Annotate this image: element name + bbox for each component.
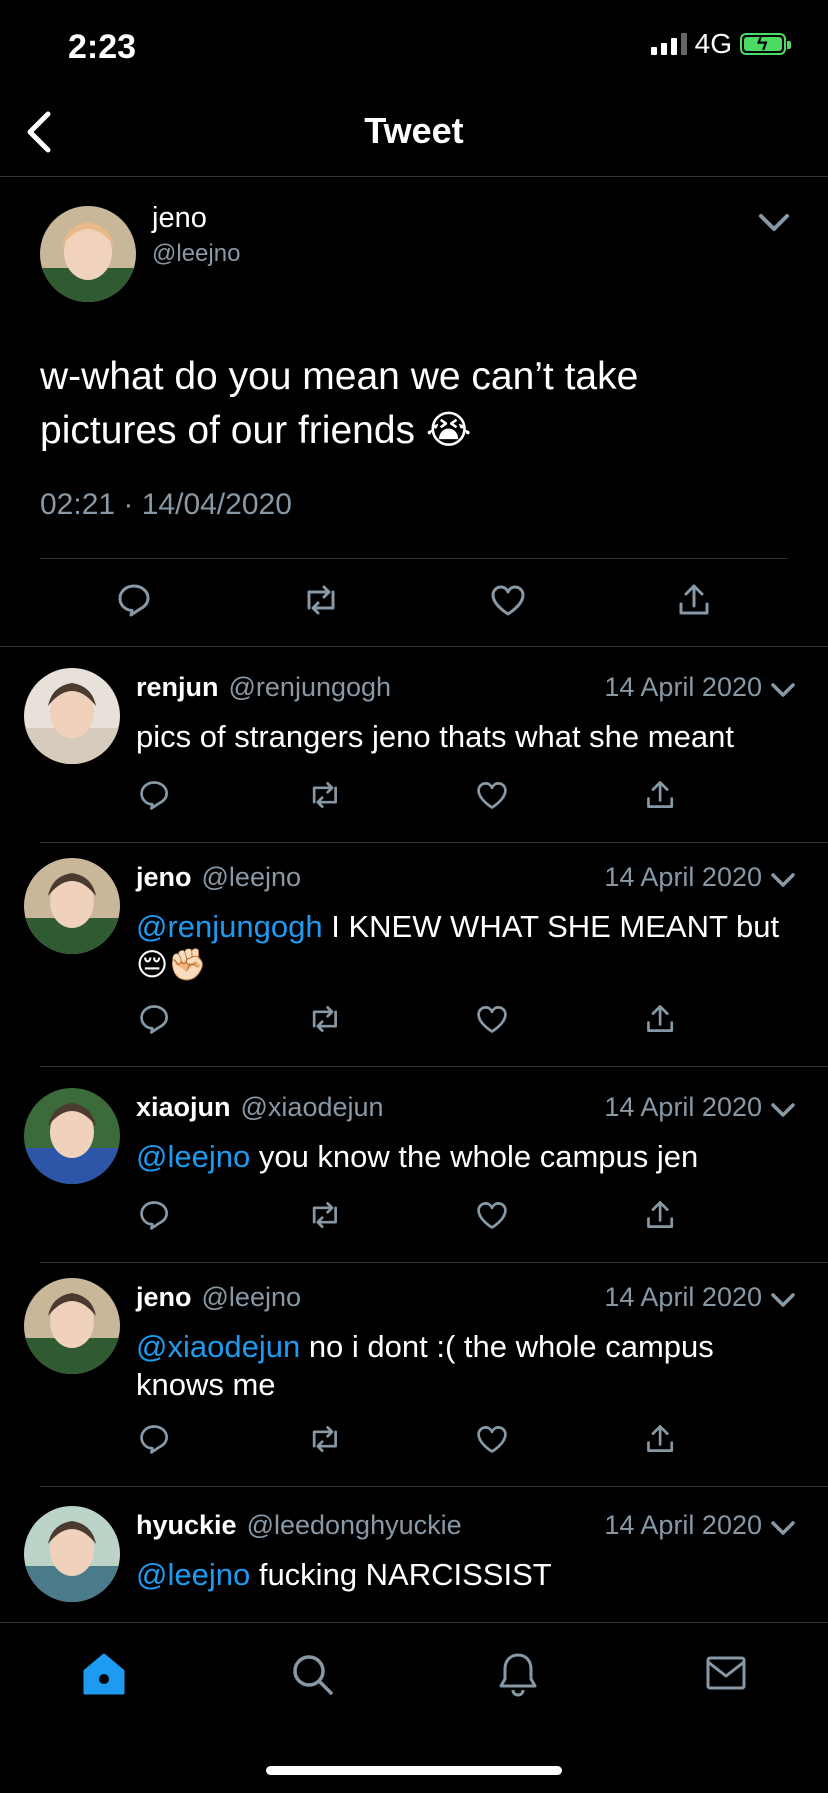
main-actions [116,582,712,618]
author-handle[interactable]: @leejno [152,240,240,268]
reply-text: @xiaodejun no i dont :( the whole campus… [136,1328,806,1404]
retweet-icon[interactable] [307,1422,341,1456]
reply-icon[interactable] [138,1002,172,1036]
avatar[interactable] [24,1278,120,1374]
reply-author-handle[interactable]: @leejno [202,862,301,892]
bell-icon[interactable] [496,1650,540,1698]
reply-actions [138,1198,678,1232]
reply-text: @leejno fucking NARCISSIST [136,1556,806,1594]
author-name[interactable]: jeno [152,202,207,235]
avatar-photo [24,873,120,954]
mention-link[interactable]: @renjungogh [136,909,323,944]
share-icon[interactable] [644,1422,678,1456]
reply-body: you know the whole campus jen [250,1139,699,1174]
reply-author-handle[interactable]: @leedonghyuckie [247,1510,462,1540]
reply-author-name[interactable]: xiaojun [136,1092,231,1122]
tweet-text: w-what do you mean we can’t take picture… [40,355,639,452]
mention-link[interactable]: @leejno [136,1557,250,1592]
avatar-photo [24,1521,120,1602]
retweet-icon[interactable] [307,1002,341,1036]
chevron-down-icon[interactable] [770,1520,796,1538]
reply-text: @leejno you know the whole campus jen [136,1138,806,1176]
like-icon[interactable] [489,582,527,618]
reply-date: 14 April 2020 [604,1510,762,1540]
reply-header: renjun @renjungogh [136,672,391,703]
avatar-photo [24,683,120,764]
like-icon[interactable] [475,1422,509,1456]
divider [40,1486,828,1487]
avatar-photo [24,1103,120,1184]
reply-icon[interactable] [138,1198,172,1232]
chevron-down-icon[interactable] [770,872,796,890]
search-icon[interactable] [290,1652,334,1696]
reply-author-handle[interactable]: @renjungogh [229,672,392,702]
reply-text: pics of strangers jeno thats what she me… [136,718,806,756]
retweet-icon[interactable] [301,582,341,618]
reply-author-name[interactable]: jeno [136,1282,192,1312]
avatar[interactable] [40,206,136,302]
reply-author-handle[interactable]: @xiaodejun [241,1092,384,1122]
chevron-down-icon[interactable] [770,1292,796,1310]
reply-header: xiaojun @xiaodejun [136,1092,384,1123]
chevron-down-icon[interactable] [770,682,796,700]
reply-actions [138,1002,678,1036]
avatar-photo [24,1293,120,1374]
avatar[interactable] [24,668,120,764]
divider [0,176,828,177]
share-icon[interactable] [644,1198,678,1232]
reply-author-name[interactable]: jeno [136,862,192,892]
reply-icon[interactable] [116,582,152,618]
divider [40,558,788,559]
retweet-icon[interactable] [307,778,341,812]
avatar[interactable] [24,1088,120,1184]
tweet-timestamp: 02:21 · 14/04/2020 [40,488,292,521]
reply-date: 14 April 2020 [604,1092,762,1122]
mention-link[interactable]: @leejno [136,1139,250,1174]
divider [40,842,828,843]
divider [40,1066,828,1067]
retweet-icon[interactable] [307,1198,341,1232]
reply-body: pics of strangers jeno thats what she me… [136,719,734,754]
network-label: 4G [694,28,732,59]
share-icon[interactable] [644,1002,678,1036]
like-icon[interactable] [475,1002,509,1036]
mention-link[interactable]: @xiaodejun [136,1329,300,1364]
reply-author-name[interactable]: renjun [136,672,219,702]
reply-icon[interactable] [138,1422,172,1456]
battery-icon: ϟ [740,33,791,55]
reply-date: 14 April 2020 [604,672,762,702]
divider [40,1262,828,1263]
home-indicator [266,1766,562,1775]
mail-icon[interactable] [704,1654,748,1694]
chevron-down-icon[interactable] [758,212,790,234]
reply-header: hyuckie @leedonghyuckie [136,1510,462,1541]
page-title: Tweet [364,110,464,151]
reply-date: 14 April 2020 [604,862,762,892]
reply-header: jeno @leejno [136,862,301,893]
signal-icon [650,33,687,55]
reply-actions [138,1422,678,1456]
reply-header: jeno @leejno [136,1282,301,1313]
divider [0,646,828,647]
status-indicators: 4G ϟ [650,28,791,60]
avatar[interactable] [24,1506,120,1602]
avatar[interactable] [24,858,120,954]
reply-author-name[interactable]: hyuckie [136,1510,237,1540]
share-icon[interactable] [676,582,712,618]
like-icon[interactable] [475,778,509,812]
reply-actions [138,778,678,812]
reply-author-handle[interactable]: @leejno [202,1282,301,1312]
status-time: 2:23 [68,28,137,66]
like-icon[interactable] [475,1198,509,1232]
reply-date: 14 April 2020 [604,1282,762,1312]
chevron-down-icon[interactable] [770,1102,796,1120]
reply-text: @renjungogh I KNEW WHAT SHE MEANT but 😔✊… [136,908,806,984]
reply-icon[interactable] [138,778,172,812]
home-icon[interactable] [82,1652,126,1696]
reply-body: fucking NARCISSIST [250,1557,552,1592]
share-icon[interactable] [644,778,678,812]
